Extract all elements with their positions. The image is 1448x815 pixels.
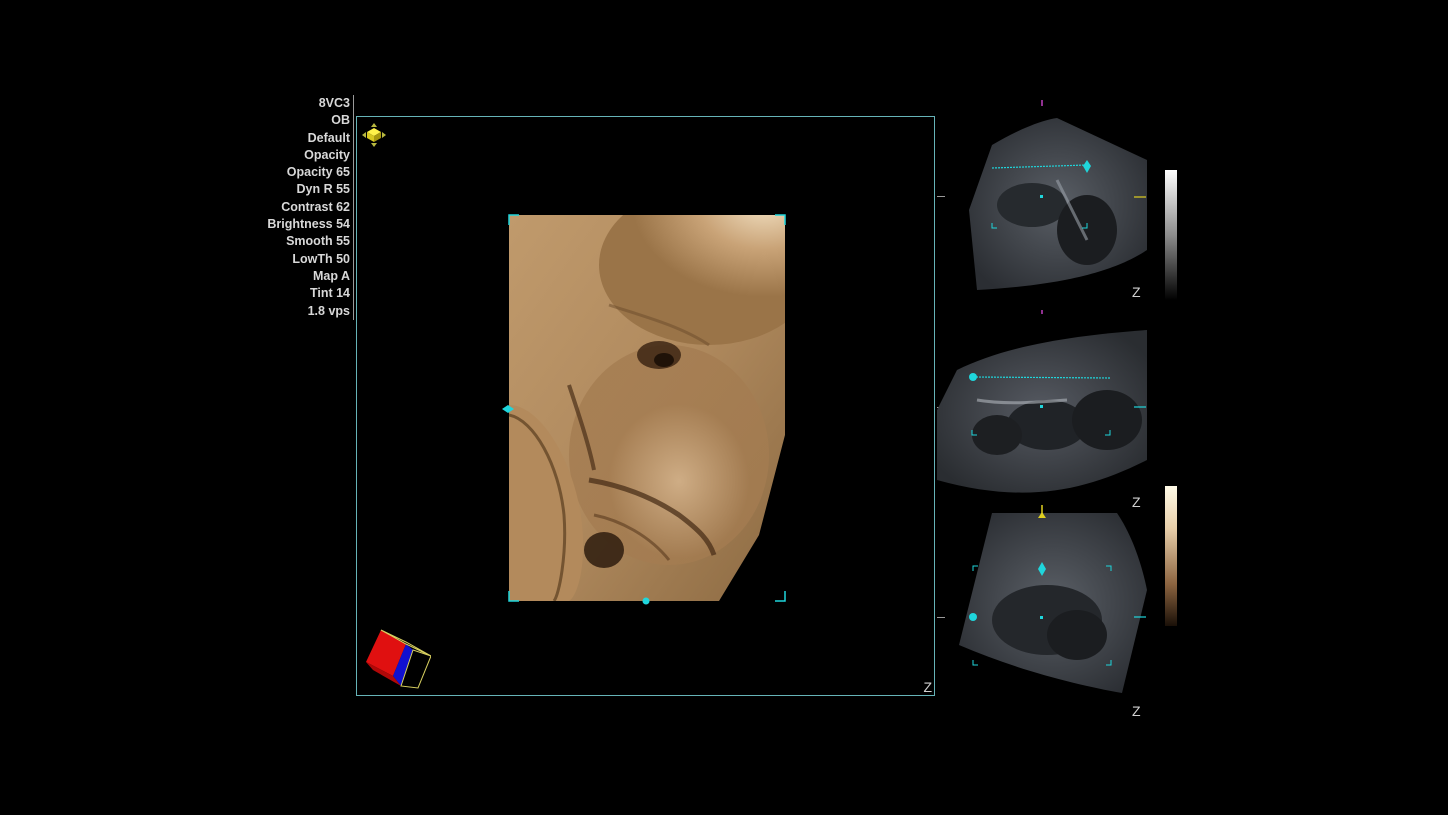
plane-a-view[interactable]: Z xyxy=(937,94,1147,300)
sepia-colorbar xyxy=(1165,486,1177,626)
render-box-markers xyxy=(502,214,786,605)
grayscale-colorbar xyxy=(1165,170,1177,300)
param-application: OB xyxy=(331,113,350,128)
param-brightness: Brightness 54 xyxy=(267,217,350,232)
ultrasound-screen: 8VC3 OB Default Opacity Opacity 65 Dyn R… xyxy=(0,0,1448,815)
param-probe: 8VC3 xyxy=(318,96,350,110)
plane-c-view[interactable]: Z xyxy=(937,503,1147,721)
main-3d-viewport[interactable]: Z xyxy=(356,116,935,696)
orientation-cube-icon[interactable] xyxy=(361,622,431,690)
plane-a-z-label: Z xyxy=(1132,284,1141,300)
param-dyn-range: Dyn R 55 xyxy=(296,182,351,197)
param-low-threshold: LowTh 50 xyxy=(292,251,350,266)
param-volume-rate: 1.8 vps xyxy=(307,303,350,318)
param-map: Map A xyxy=(312,268,350,283)
param-preset: Default xyxy=(307,130,350,145)
param-render-mode: Opacity xyxy=(304,147,350,162)
main-z-label: Z xyxy=(923,679,932,695)
plane-c-z-label: Z xyxy=(1132,703,1141,719)
param-contrast: Contrast 62 xyxy=(281,199,350,214)
plane-b-view[interactable]: Z xyxy=(937,300,1147,510)
parameter-panel: 8VC3 OB Default Opacity Opacity 65 Dyn R… xyxy=(255,95,354,320)
param-smooth: Smooth 55 xyxy=(286,234,350,249)
param-opacity: Opacity 65 xyxy=(286,165,350,180)
param-tint: Tint 14 xyxy=(309,286,350,301)
